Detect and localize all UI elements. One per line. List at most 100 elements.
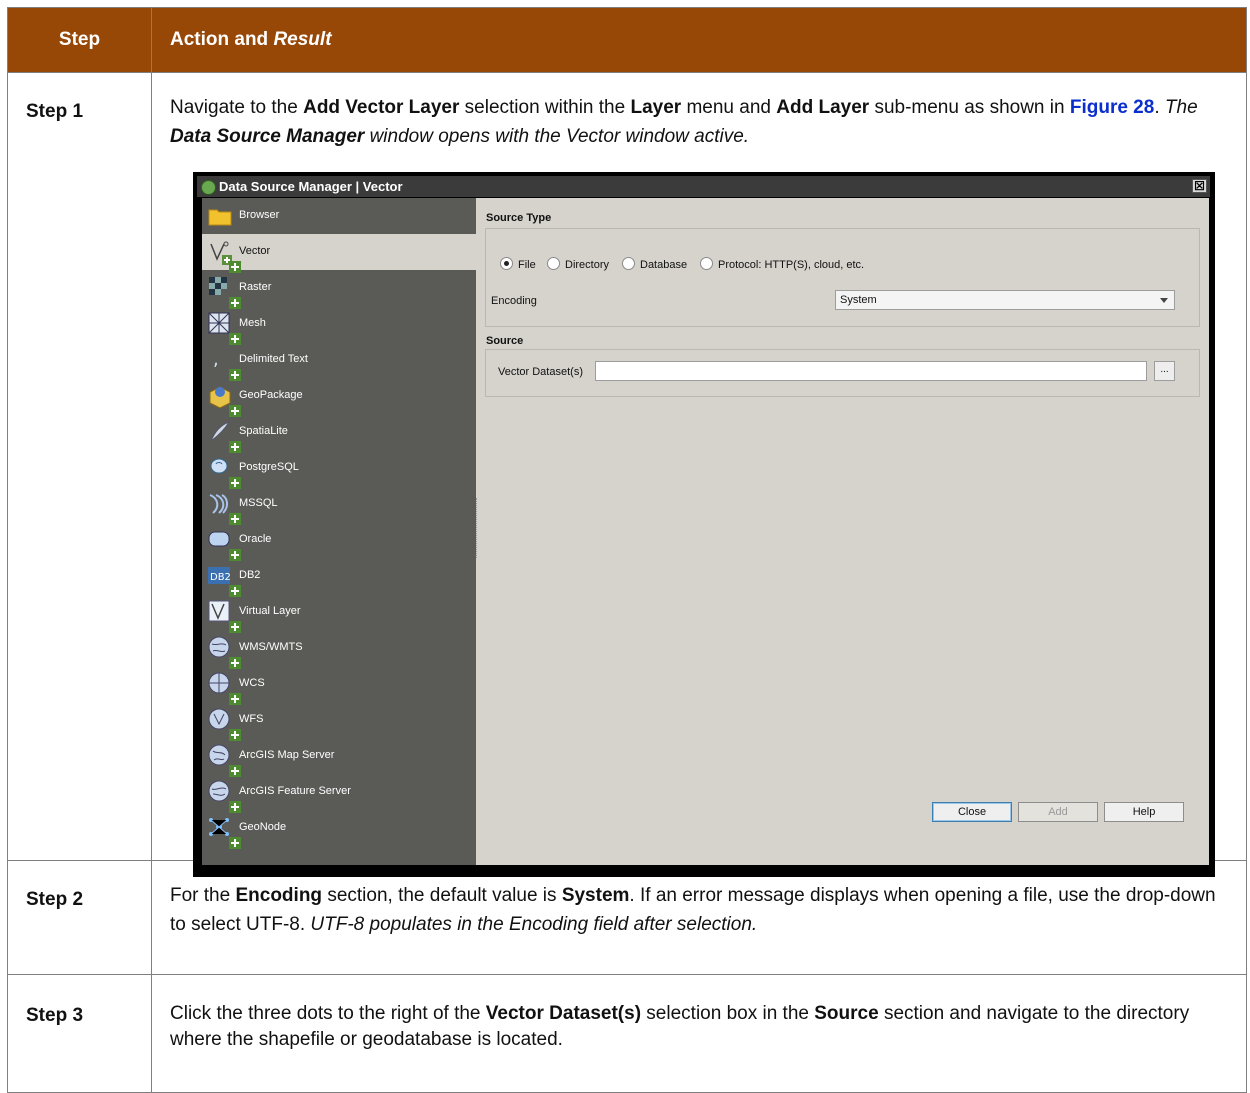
geonode-icon [207, 815, 241, 849]
sidebar-item-label: Raster [239, 281, 272, 293]
browse-button[interactable]: ... [1154, 361, 1175, 381]
encoding-value: System [840, 294, 877, 306]
sidebar-item[interactable]: GeoNode [202, 810, 476, 849]
source-title: Source [486, 335, 524, 347]
header-step: Step [7, 7, 152, 73]
sidebar-item[interactable]: WMS/WMTS [202, 630, 476, 669]
radio-unselected-icon [700, 257, 713, 270]
source-sidebar: Browser Vector Raster Mesh, Delimited Text Ge… [202, 198, 476, 865]
oracle-icon [207, 527, 241, 561]
text: sub-menu as shown in [869, 97, 1070, 118]
vector-dataset-input[interactable] [595, 361, 1147, 381]
source-type-group [485, 228, 1200, 327]
italic-text: UTF-8 populates in the Encoding field af… [310, 914, 758, 935]
bold-italic-text: Data Source Manager [170, 126, 365, 147]
arcgis-feature-icon [207, 779, 241, 813]
qgis-logo-icon [201, 180, 216, 195]
close-icon[interactable]: ☒ [1192, 179, 1207, 193]
sidebar-item[interactable]: DB2 DB2 [202, 558, 476, 597]
italic-text: window opens with the Vector window acti… [364, 126, 750, 147]
sidebar-item-label: ArcGIS Map Server [239, 749, 335, 761]
italic-text: The [1164, 97, 1198, 118]
sidebar-item[interactable]: Raster [202, 270, 476, 309]
wfs-icon [207, 707, 241, 741]
radio-database[interactable]: Database [622, 257, 687, 271]
sidebar-item[interactable]: SpatiaLite [202, 414, 476, 453]
spatialite-icon [207, 419, 241, 453]
sidebar-item[interactable]: WCS [202, 666, 476, 705]
encoding-select[interactable]: System [835, 290, 1175, 310]
dialog-titlebar: Data Source Manager | Vector ☒ [197, 176, 1210, 197]
svg-text:,: , [213, 349, 219, 370]
splitter-handle[interactable] [476, 498, 480, 558]
dialog-title: Data Source Manager | Vector [219, 179, 403, 194]
text: selection within the [459, 97, 631, 118]
radio-unselected-icon [622, 257, 635, 270]
sidebar-item-label: DB2 [239, 569, 261, 581]
sidebar-item[interactable]: Mesh [202, 306, 476, 345]
radio-file-label: File [518, 259, 536, 271]
bold-text: Add Vector Layer [303, 97, 460, 118]
folder-icon [207, 203, 233, 229]
sidebar-item[interactable]: ArcGIS Map Server [202, 738, 476, 777]
vector-panel: Source Type File Directory Database Prot… [476, 198, 1209, 865]
sidebar-item[interactable]: MSSQL [202, 486, 476, 525]
sidebar-item[interactable]: WFS [202, 702, 476, 741]
sidebar-item[interactable]: Vector [202, 234, 476, 273]
bold-text: Layer [630, 97, 682, 118]
text: menu and [681, 97, 777, 118]
header-result-text: Result [273, 29, 332, 50]
sidebar-item-label: WMS/WMTS [239, 641, 303, 653]
sidebar-item[interactable]: PostgreSQL [202, 450, 476, 489]
radio-protocol[interactable]: Protocol: HTTP(S), cloud, etc. [700, 257, 864, 271]
header-action-text: Action and [170, 29, 274, 50]
header-row: Step Action and Result [7, 7, 1247, 73]
radio-selected-icon [500, 257, 513, 270]
text: . [1154, 97, 1165, 118]
bold-text: Add Layer [776, 97, 870, 118]
sidebar-item-label: Oracle [239, 533, 272, 545]
sidebar-item-label: Virtual Layer [239, 605, 301, 617]
sidebar-item-label: Vector [239, 245, 271, 257]
step-label: Step 3 [7, 974, 152, 1093]
step-label: Step 1 [7, 72, 152, 861]
close-button[interactable]: Close [932, 802, 1012, 822]
sidebar-item-label: Mesh [239, 317, 266, 329]
step-label: Step 2 [7, 860, 152, 975]
source-type-title: Source Type [486, 212, 552, 224]
sidebar-item-label: MSSQL [239, 497, 278, 509]
virtual-layer-icon [207, 599, 241, 633]
geopackage-icon [207, 383, 241, 417]
arcgis-map-icon [207, 743, 241, 777]
sidebar-item[interactable]: , Delimited Text [202, 342, 476, 381]
wms-icon [207, 635, 241, 669]
vector-icon [207, 239, 241, 273]
figure-link[interactable]: Figure 28 [1070, 97, 1154, 118]
sidebar-item-label: PostgreSQL [239, 461, 299, 473]
step-instruction: Click the three dots to the right of the… [151, 974, 1247, 1093]
text: Navigate to the [170, 97, 304, 118]
step-row-2: Step 2 For the Encoding section, the def… [7, 860, 1247, 975]
raster-icon [207, 275, 241, 309]
sidebar-item-label: ArcGIS Feature Server [239, 785, 351, 797]
help-button[interactable]: Help [1104, 802, 1184, 822]
radio-unselected-icon [547, 257, 560, 270]
sidebar-item-label: WFS [239, 713, 264, 725]
step-instruction: For the Encoding section, the default va… [151, 860, 1247, 975]
add-button[interactable]: Add [1018, 802, 1098, 822]
sidebar-item[interactable]: Virtual Layer [202, 594, 476, 633]
sidebar-item-label: SpatiaLite [239, 425, 288, 437]
mesh-icon [207, 311, 241, 345]
sidebar-item[interactable]: ArcGIS Feature Server [202, 774, 476, 813]
text: section, the default value is [322, 885, 562, 906]
bold-text: Encoding [235, 885, 323, 906]
sidebar-item[interactable]: Oracle [202, 522, 476, 561]
sidebar-item[interactable]: GeoPackage [202, 378, 476, 417]
vector-dataset-label: Vector Dataset(s) [498, 366, 583, 378]
sidebar-item[interactable]: Browser [202, 198, 476, 234]
chevron-down-icon [1160, 298, 1168, 303]
svg-text:DB2: DB2 [210, 572, 231, 583]
radio-file[interactable]: File [500, 257, 536, 271]
sidebar-item-label: Delimited Text [239, 353, 308, 365]
radio-directory[interactable]: Directory [547, 257, 609, 271]
